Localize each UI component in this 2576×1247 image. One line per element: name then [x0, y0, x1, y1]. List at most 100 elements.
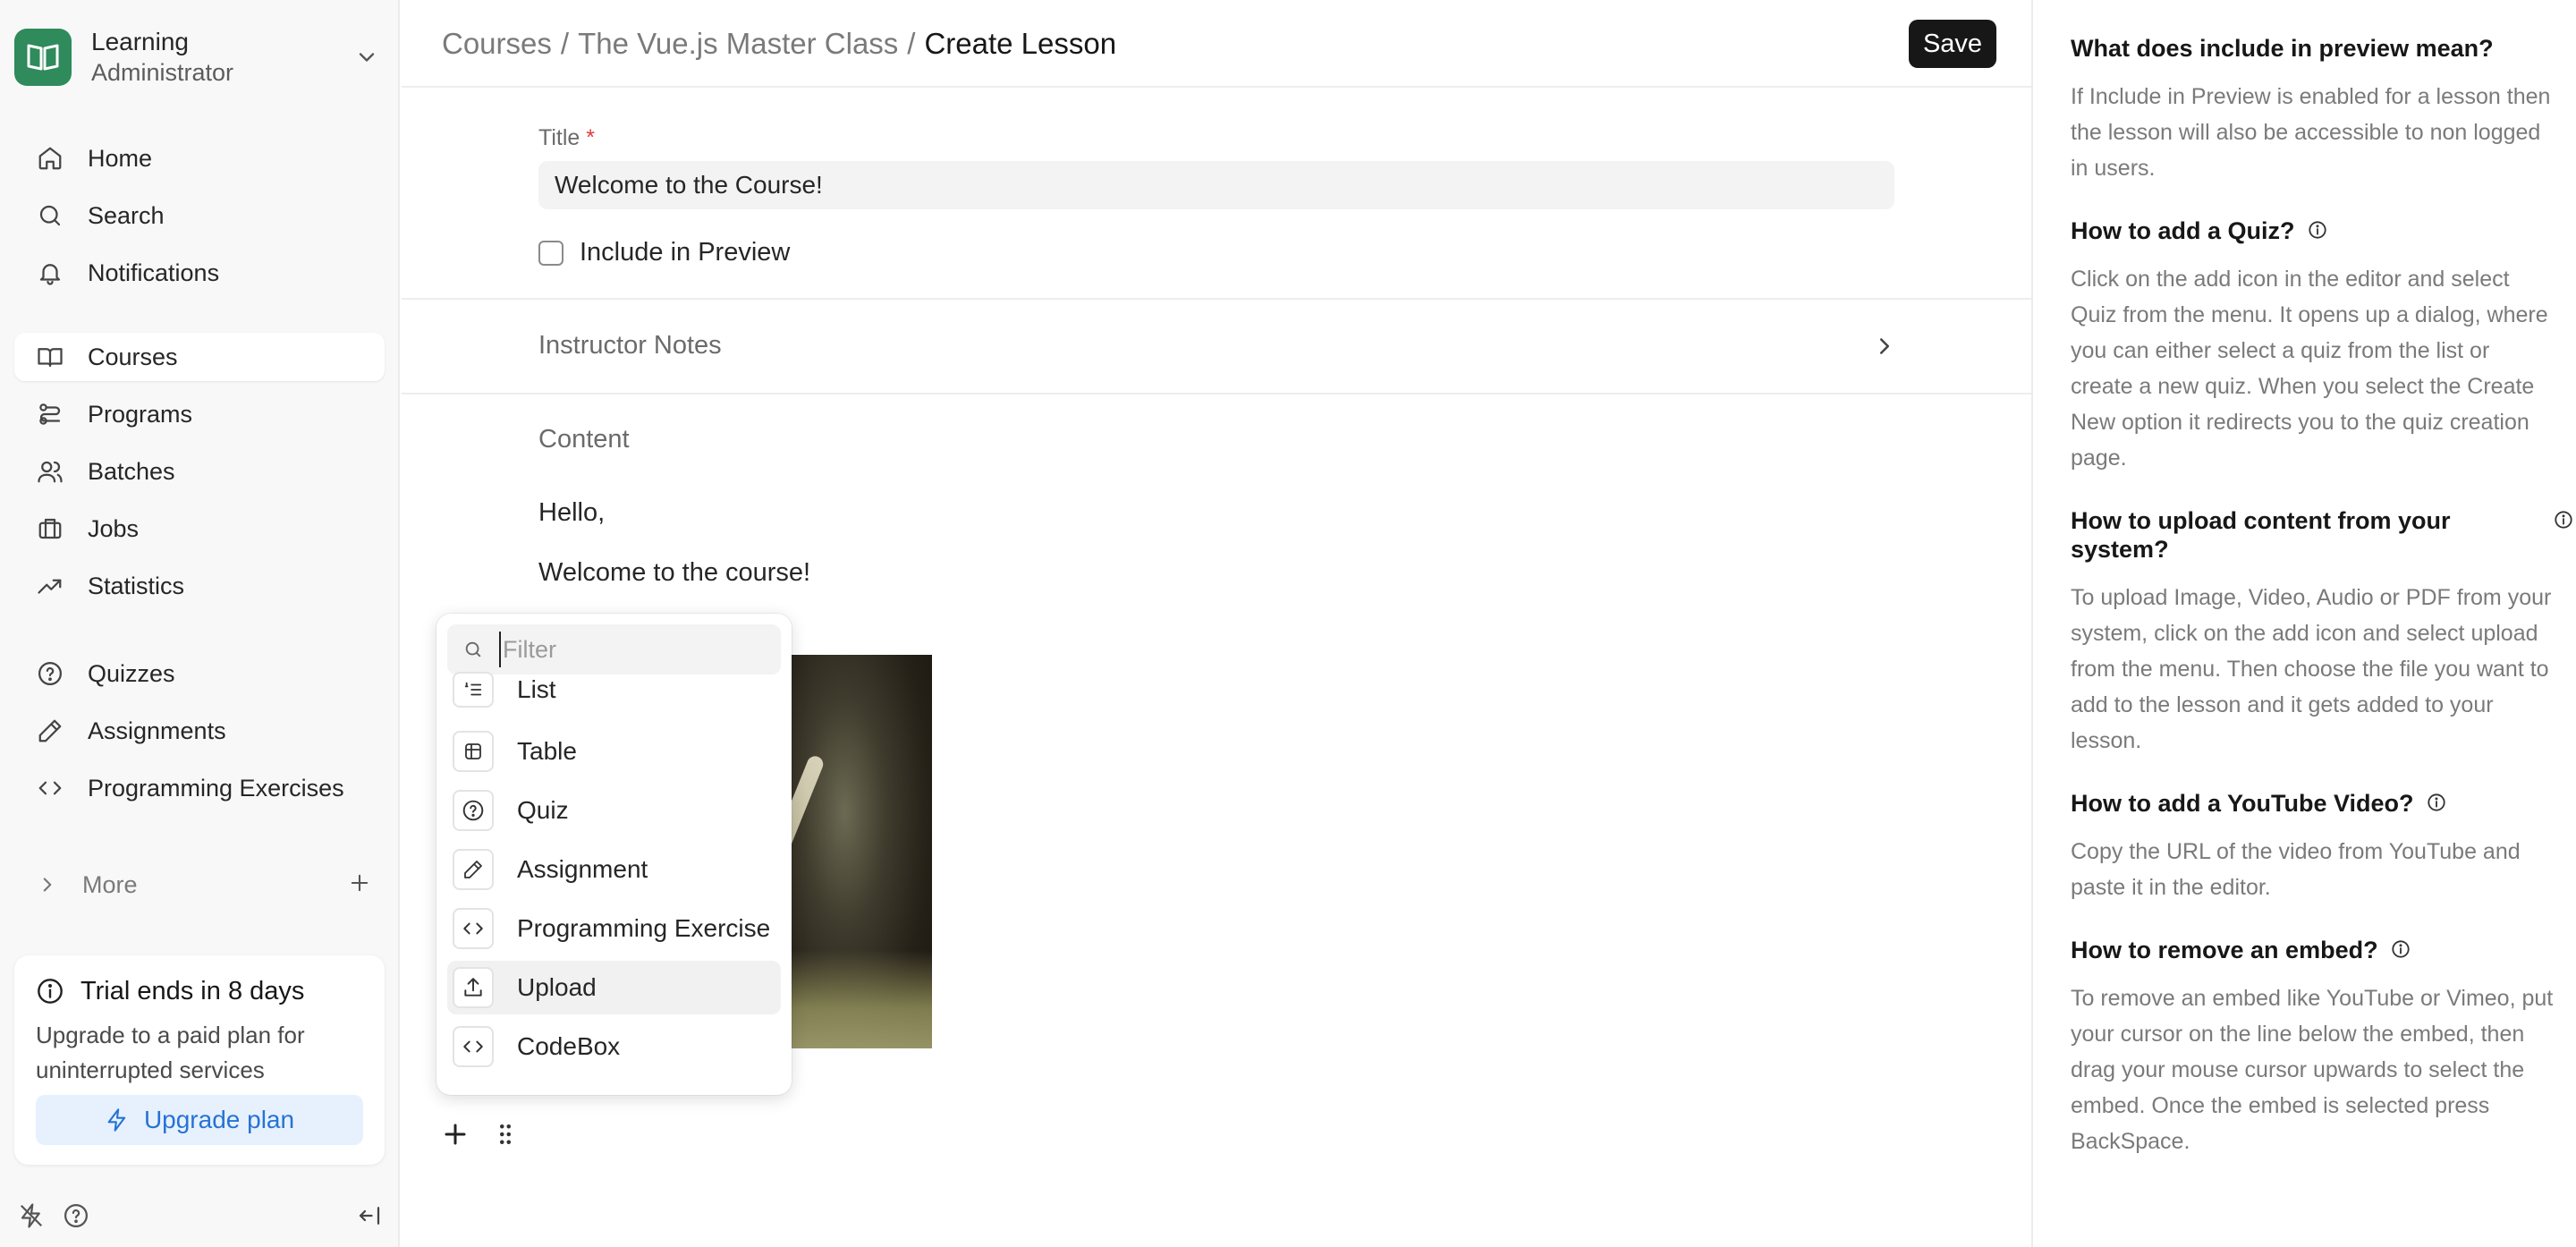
help-question: What does include in preview mean? [2071, 35, 2494, 62]
save-button[interactable]: Save [1909, 20, 1996, 68]
editor-paragraph[interactable]: Welcome to the course! [538, 558, 810, 588]
menu-item-list[interactable]: List [447, 671, 781, 708]
sidebar-item-label: Courses [88, 343, 178, 370]
upgrade-plan-label: Upgrade plan [143, 1106, 295, 1133]
filter-input[interactable] [499, 632, 767, 667]
help-section: How to add a Quiz? Click on the add icon… [2071, 216, 2554, 476]
menu-item-label: Upload [517, 973, 597, 1001]
sidebar-item-batches[interactable]: Batches [14, 447, 385, 496]
breadcrumb-current: Create Lesson [924, 27, 1117, 60]
help-panel: What does include in preview mean? If In… [2031, 0, 2576, 1247]
pencil-icon [36, 717, 64, 745]
help-answer: Copy the URL of the video from YouTube a… [2071, 839, 2521, 900]
sidebar-item-courses[interactable]: Courses [14, 333, 385, 381]
sidebar-item-search[interactable]: Search [14, 191, 385, 240]
help-circle-icon[interactable] [63, 1202, 89, 1229]
book-icon [36, 343, 64, 371]
editor-paragraph[interactable]: Hello, [538, 498, 605, 528]
menu-item-label: Programming Exercise [517, 914, 771, 942]
sidebar-item-label: Programs [88, 400, 193, 428]
info-icon [36, 977, 64, 1005]
sidebar-item-statistics[interactable]: Statistics [14, 562, 385, 610]
upgrade-plan-button[interactable]: Upgrade plan [36, 1095, 363, 1145]
code-icon [36, 774, 64, 802]
sidebar-item-label: Statistics [88, 572, 185, 599]
upload-icon [453, 967, 494, 1008]
chevron-right-icon [1871, 333, 1898, 360]
sidebar-item-label: Programming Exercises [88, 774, 344, 802]
help-circle-icon [453, 790, 494, 831]
menu-item-programming-exercise[interactable]: Programming Exercise [447, 902, 781, 955]
sidebar-item-label: Notifications [88, 259, 220, 286]
menu-item-assignment[interactable]: Assignment [447, 843, 781, 896]
collapse-sidebar-icon[interactable] [356, 1202, 383, 1229]
list-ordered-icon [453, 672, 494, 708]
workspace-role: Administrator [91, 59, 234, 86]
sidebar: Learning Administrator Home Search Notif… [0, 0, 400, 1247]
lightning-icon[interactable] [18, 1202, 45, 1229]
sidebar-item-quizzes[interactable]: Quizzes [14, 649, 385, 698]
help-question: How to add a Quiz? [2071, 216, 2554, 245]
include-in-preview-label[interactable]: Include in Preview [580, 238, 790, 267]
divider [402, 393, 2031, 394]
help-answer: To upload Image, Video, Audio or PDF fro… [2071, 585, 2552, 753]
breadcrumb-separator: / [907, 27, 916, 60]
route-icon [36, 400, 64, 428]
instructor-notes-toggle[interactable]: Instructor Notes [538, 329, 1898, 361]
sidebar-item-programming-exercises[interactable]: Programming Exercises [14, 764, 385, 812]
breadcrumb-course[interactable]: The Vue.js Master Class [578, 27, 898, 61]
sidebar-item-assignments[interactable]: Assignments [14, 707, 385, 755]
include-in-preview-row: Include in Preview [538, 238, 790, 267]
sidebar-item-notifications[interactable]: Notifications [14, 249, 385, 297]
sidebar-item-jobs[interactable]: Jobs [14, 505, 385, 553]
drag-handle-icon[interactable] [489, 1118, 521, 1150]
help-section: How to add a YouTube Video? Copy the URL… [2071, 789, 2554, 905]
plus-icon[interactable] [347, 870, 372, 895]
title-input[interactable] [538, 161, 1894, 209]
insert-menu-list: List Table Quiz Assignment Programming E… [447, 671, 781, 1079]
menu-item-quiz[interactable]: Quiz [447, 784, 781, 837]
insert-block-menu: List Table Quiz Assignment Programming E… [436, 614, 792, 1095]
code-icon [453, 1026, 494, 1067]
users-icon [36, 457, 64, 486]
info-icon[interactable] [2308, 220, 2327, 240]
help-answer: If Include in Preview is enabled for a l… [2071, 84, 2551, 181]
info-icon[interactable] [2427, 793, 2446, 812]
help-question: How to upload content from your system? [2071, 506, 2572, 564]
editor-block-tools [439, 1118, 521, 1150]
pencil-icon [453, 849, 494, 890]
help-question: How to remove an embed? [2071, 936, 2554, 964]
briefcase-icon [36, 514, 64, 543]
menu-item-table[interactable]: Table [447, 725, 781, 778]
bell-icon [36, 259, 64, 287]
sidebar-item-label: Home [88, 144, 153, 172]
menu-item-label: Assignment [517, 855, 648, 883]
info-icon[interactable] [2554, 510, 2573, 530]
add-block-icon[interactable] [439, 1118, 471, 1150]
content-label: Content [538, 425, 630, 454]
include-in-preview-checkbox[interactable] [538, 240, 564, 266]
workspace-switcher[interactable]: Learning Administrator [14, 21, 385, 93]
menu-item-codebox[interactable]: CodeBox [447, 1020, 781, 1073]
title-label: Title * [538, 125, 595, 150]
lightning-icon [105, 1107, 130, 1132]
sidebar-item-label: Batches [88, 457, 175, 485]
info-icon[interactable] [2391, 939, 2411, 959]
help-section: How to upload content from your system? … [2071, 506, 2572, 759]
primary-nav: Home Search Notifications [14, 134, 385, 306]
embedded-image[interactable] [786, 655, 932, 1048]
table-icon [453, 731, 494, 772]
sidebar-item-home[interactable]: Home [14, 134, 385, 182]
sidebar-more-toggle[interactable]: More [14, 861, 385, 909]
menu-item-label: Table [517, 737, 577, 765]
code-icon [453, 908, 494, 949]
divider [402, 298, 2031, 300]
menu-item-label: CodeBox [517, 1032, 621, 1060]
sidebar-item-programs[interactable]: Programs [14, 390, 385, 438]
breadcrumb-courses[interactable]: Courses [442, 27, 552, 61]
menu-item-upload[interactable]: Upload [447, 961, 781, 1014]
help-section: What does include in preview mean? If In… [2071, 34, 2554, 186]
chevron-down-icon[interactable] [354, 45, 379, 70]
help-answer: Click on the add icon in the editor and … [2071, 267, 2548, 471]
trial-message: Upgrade to a paid plan for uninterrupted… [36, 1022, 305, 1083]
